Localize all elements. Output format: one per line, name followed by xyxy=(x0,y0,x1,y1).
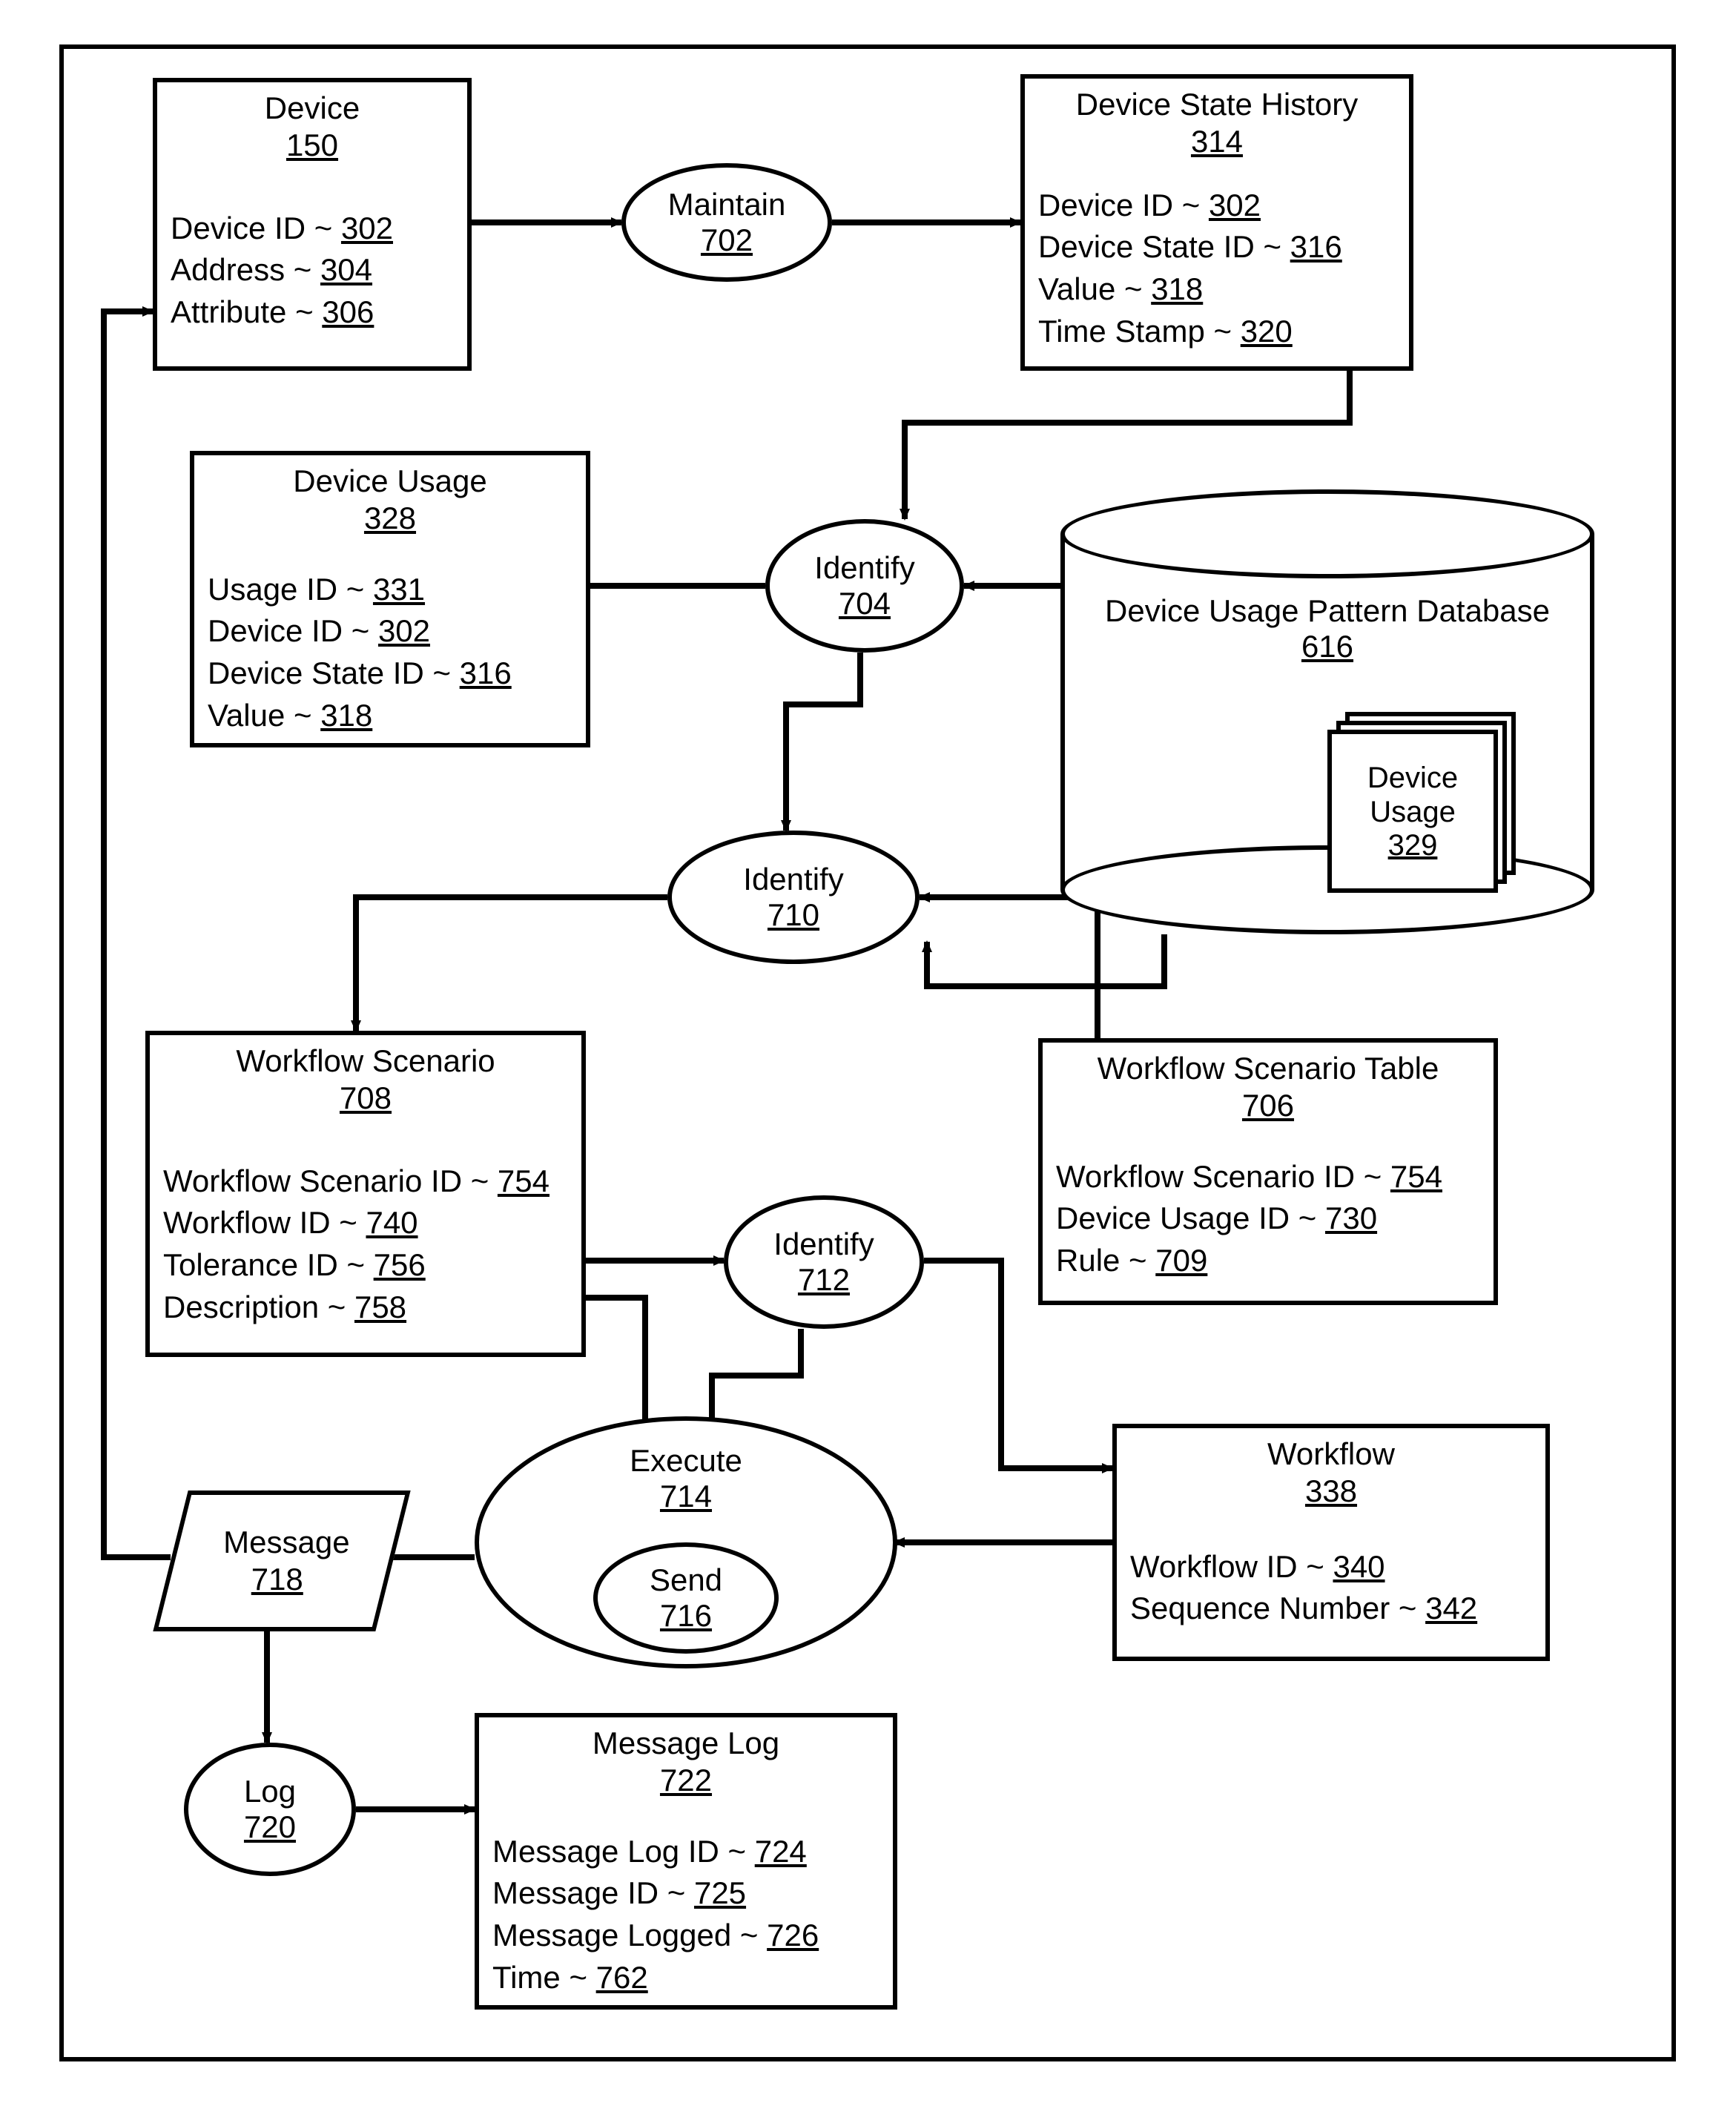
wst-field-1: Device Usage ID ~ 730 xyxy=(1056,1198,1480,1240)
doc-title-1: Device xyxy=(1367,761,1458,795)
node-message: Message 718 xyxy=(153,1490,410,1631)
du-field-0: Usage ID ~ 331 xyxy=(208,569,572,611)
dsh-field-0: Device ID ~ 302 xyxy=(1038,185,1396,227)
ml-title: Message Log xyxy=(492,1725,879,1762)
wf-field-1: Sequence Number ~ 342 xyxy=(1130,1588,1532,1630)
ws-field-1: Workflow ID ~ 740 xyxy=(163,1202,568,1244)
node-workflow-scenario-table: Workflow Scenario Table 706 Workflow Sce… xyxy=(1038,1038,1498,1305)
wf-ref: 338 xyxy=(1130,1473,1532,1510)
identify2-ref: 710 xyxy=(768,897,819,933)
node-log: Log 720 xyxy=(184,1743,356,1876)
device-field-1: Address ~ 304 xyxy=(171,249,454,291)
device-ref: 150 xyxy=(171,127,454,164)
node-maintain: Maintain 702 xyxy=(621,163,832,282)
maintain-label: Maintain xyxy=(668,187,786,222)
dsh-field-1: Device State ID ~ 316 xyxy=(1038,226,1396,268)
du-field-3: Value ~ 318 xyxy=(208,695,572,737)
node-identify-712: Identify 712 xyxy=(724,1195,924,1329)
identify1-ref: 704 xyxy=(839,586,891,621)
send-ref: 716 xyxy=(660,1598,712,1634)
ml-field-0: Message Log ID ~ 724 xyxy=(492,1831,879,1873)
log-label: Log xyxy=(244,1774,296,1809)
log-ref: 720 xyxy=(244,1809,296,1845)
identify3-ref: 712 xyxy=(798,1262,850,1298)
dsh-ref: 314 xyxy=(1038,123,1396,160)
ml-field-2: Message Logged ~ 726 xyxy=(492,1915,879,1957)
database-ref: 616 xyxy=(1060,629,1594,664)
wst-field-2: Rule ~ 709 xyxy=(1056,1240,1480,1282)
node-device-usage-doc: Device Usage 329 xyxy=(1327,712,1520,897)
device-field-0: Device ID ~ 302 xyxy=(171,208,454,250)
dsh-field-2: Value ~ 318 xyxy=(1038,268,1396,311)
node-device: Device 150 Device ID ~ 302 Address ~ 304… xyxy=(153,78,472,371)
ws-ref: 708 xyxy=(163,1080,568,1117)
wst-title: Workflow Scenario Table xyxy=(1056,1050,1480,1087)
du-ref: 328 xyxy=(208,500,572,537)
maintain-ref: 702 xyxy=(701,222,753,258)
execute-label: Execute xyxy=(630,1443,742,1479)
database-title: Device Usage Pattern Database xyxy=(1105,593,1550,628)
ml-ref: 722 xyxy=(492,1762,879,1799)
ws-field-2: Tolerance ID ~ 756 xyxy=(163,1244,568,1287)
dsh-title: Device State History xyxy=(1038,86,1396,123)
du-title: Device Usage xyxy=(208,463,572,500)
node-identify-710: Identify 710 xyxy=(667,831,920,964)
dsh-field-3: Time Stamp ~ 320 xyxy=(1038,311,1396,353)
ml-field-3: Time ~ 762 xyxy=(492,1957,879,1999)
node-send: Send 716 xyxy=(593,1542,779,1654)
ml-field-1: Message ID ~ 725 xyxy=(492,1872,879,1915)
node-workflow-scenario: Workflow Scenario 708 Workflow Scenario … xyxy=(145,1031,586,1357)
send-label: Send xyxy=(650,1562,722,1598)
message-label: Message xyxy=(223,1524,349,1561)
doc-title-2: Usage xyxy=(1370,795,1456,829)
du-field-2: Device State ID ~ 316 xyxy=(208,653,572,695)
wst-ref: 706 xyxy=(1056,1087,1480,1124)
wf-field-0: Workflow ID ~ 340 xyxy=(1130,1546,1532,1588)
ws-field-0: Workflow Scenario ID ~ 754 xyxy=(163,1161,568,1203)
doc-ref: 329 xyxy=(1388,829,1438,862)
device-title: Device xyxy=(171,90,454,127)
node-message-log: Message Log 722 Message Log ID ~ 724 Mes… xyxy=(475,1713,897,2010)
node-device-usage: Device Usage 328 Usage ID ~ 331 Device I… xyxy=(190,451,590,747)
node-device-state-history: Device State History 314 Device ID ~ 302… xyxy=(1020,74,1413,371)
ws-field-3: Description ~ 758 xyxy=(163,1287,568,1329)
message-ref: 718 xyxy=(251,1561,303,1598)
identify2-label: Identify xyxy=(743,862,843,897)
node-workflow: Workflow 338 Workflow ID ~ 340 Sequence … xyxy=(1112,1424,1550,1661)
du-field-1: Device ID ~ 302 xyxy=(208,610,572,653)
ws-title: Workflow Scenario xyxy=(163,1043,568,1080)
node-database: Device Usage Pattern Database 616 Device… xyxy=(1060,489,1594,934)
wf-title: Workflow xyxy=(1130,1436,1532,1473)
node-identify-704: Identify 704 xyxy=(765,519,964,653)
execute-ref: 714 xyxy=(660,1479,712,1514)
wst-field-0: Workflow Scenario ID ~ 754 xyxy=(1056,1156,1480,1198)
identify3-label: Identify xyxy=(773,1227,874,1262)
identify1-label: Identify xyxy=(814,550,914,586)
device-field-2: Attribute ~ 306 xyxy=(171,291,454,334)
